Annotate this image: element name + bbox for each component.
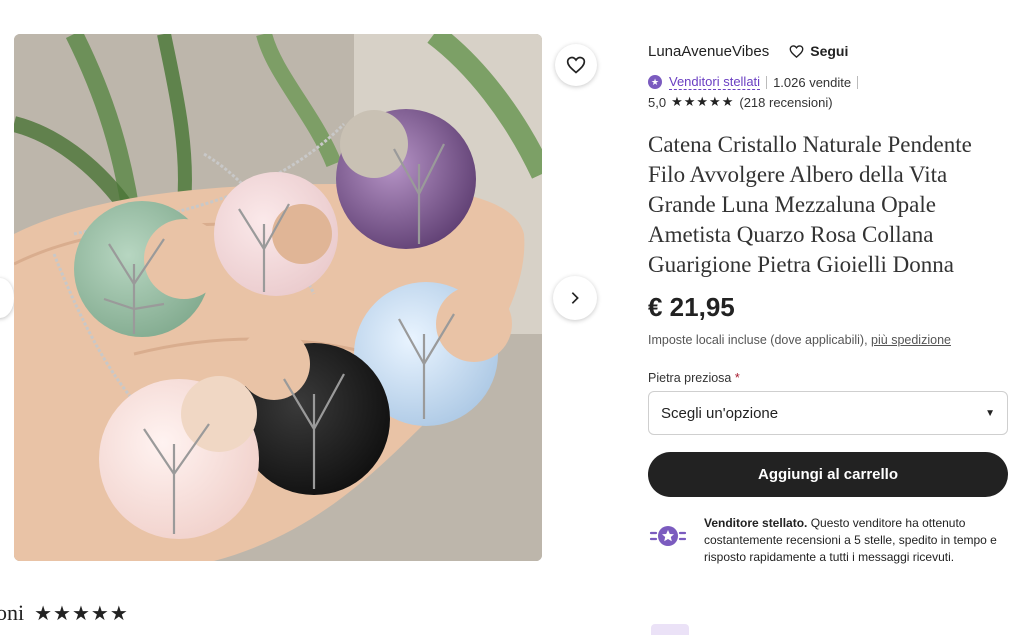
feature-icon [651,624,689,635]
heart-icon [566,56,586,74]
rating-stars: ★★★★★ [671,94,735,109]
tax-note: Imposte locali incluse (dove applicabili… [648,333,1010,347]
reviews-heading: oni ★★★★★ [0,600,129,626]
listing-title: Catena Cristallo Naturale Pendente Filo … [648,132,972,277]
shipping-link[interactable]: più spedizione [871,333,951,347]
caret-down-icon: ▼ [985,407,995,419]
price: € 21,95 [648,292,735,322]
shop-row: LunaAvenueVibes Segui [648,38,1010,64]
listing-info: LunaAvenueVibes Segui ★ Venditori stella… [648,38,1010,566]
reviews-count: (218 recensioni) [739,94,833,110]
star-seller-text: Venditore stellato. Questo venditore ha … [704,515,1010,566]
gemstone-select-value: Scegli un'opzione [661,404,779,422]
star-seller-badge-icon: ★ [648,75,662,89]
shop-stats: ★ Venditori stellati 1.026 vendite [648,74,1010,90]
star-seller-info: Venditore stellato. Questo venditore ha … [648,515,1010,566]
add-to-cart-button[interactable]: Aggiungi al carrello [648,452,1008,497]
star-seller-icon [648,515,690,566]
divider [857,75,859,89]
favorite-button[interactable] [555,44,597,86]
reviews-heading-stars: ★★★★★ [34,602,129,625]
divider [766,75,768,89]
rating-row[interactable]: 5,0 ★★★★★ (218 recensioni) [648,94,1010,110]
pendants-photo [14,34,542,561]
product-image[interactable] [14,34,542,561]
chevron-right-icon [571,292,579,304]
star-seller-link[interactable]: Venditori stellati [669,74,761,90]
gemstone-label: Pietra preziosa * [648,371,1010,385]
gemstone-select[interactable]: Scegli un'opzione ▼ [648,391,1008,435]
sales-count: 1.026 vendite [773,74,852,90]
follow-label: Segui [810,43,849,59]
rating-value: 5,0 [648,94,667,110]
gemstone-label-text: Pietra preziosa [648,371,732,385]
previous-image-button[interactable] [0,278,14,318]
shop-name-link[interactable]: LunaAvenueVibes [648,43,769,60]
add-to-cart-label: Aggiungi al carrello [757,466,899,483]
next-image-button[interactable] [553,276,597,320]
star-seller-heading: Venditore stellato. [704,516,808,530]
tax-note-text: Imposte locali incluse (dove applicabili… [648,333,868,347]
reviews-heading-text: oni [0,600,25,625]
required-mark: * [734,371,740,385]
heart-icon [789,44,804,58]
follow-button[interactable]: Segui [789,43,848,59]
